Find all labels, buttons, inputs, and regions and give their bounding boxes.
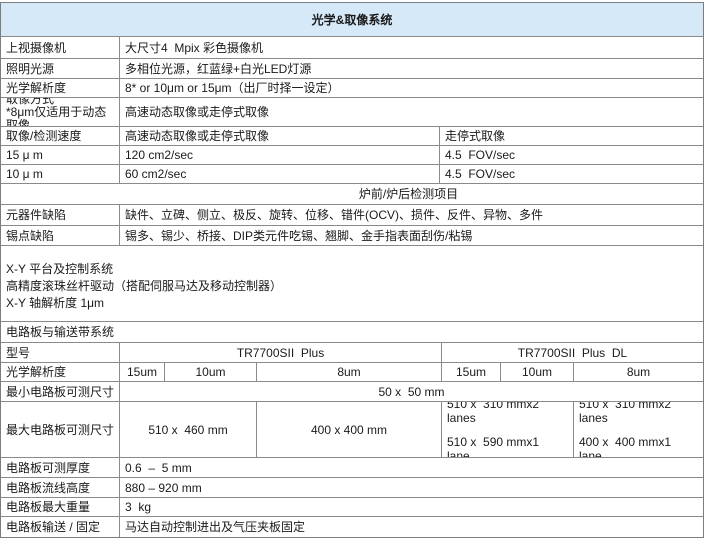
row-light-value: 多相位光源，红蓝绿+白光LED灯源 bbox=[119, 59, 703, 78]
row-solder-defects-value: 锡多、锡少、桥接、DIP类元件吃锡、翘脚、金手指表面刮伤/粘锡 bbox=[119, 226, 703, 245]
row-optical-resolution-value: 8* or 10μm or 15μm（出厂时择一设定） bbox=[119, 79, 703, 97]
max-board-size-col-3-line2: 510 x 590 mmx1 lane bbox=[447, 435, 568, 458]
board-thickness-value: 0.6 – 5 mm bbox=[119, 458, 703, 477]
row-speed-10um: 10 μ m 60 cm2/sec 4.5 FOV/sec bbox=[1, 164, 703, 183]
row-max-board-size: 最大电路板可测尺寸 510 x 460 mm 400 x 400 mm 510 … bbox=[1, 401, 703, 457]
row-board-conveyor-label: 电路板输送 / 固定 bbox=[1, 517, 119, 537]
row-model: 型号 TR7700SII Plus TR7700SII Plus DL bbox=[1, 342, 703, 362]
max-board-size-col-3: 510 x 310 mmx2 lanes 510 x 590 mmx1 lane bbox=[441, 402, 573, 457]
row-light: 照明光源 多相位光源，红蓝绿+白光LED灯源 bbox=[1, 58, 703, 78]
row-board-section: 电路板与输送带系统 bbox=[1, 321, 703, 342]
row-speed-10um-label: 10 μ m bbox=[1, 165, 119, 183]
row-capture-speed-value1: 高速动态取像或走停式取像 bbox=[119, 127, 439, 145]
board-max-weight-value: 3 kg bbox=[119, 498, 703, 516]
capture-mode-label-line2: *8μm仅适用于动态取像 bbox=[6, 106, 114, 127]
row-board-conveyor: 电路板输送 / 固定 马达自动控制进出及气压夹板固定 bbox=[1, 516, 703, 537]
row-capture-speed-value2: 走停式取像 bbox=[439, 127, 703, 145]
row-camera-label: 上视摄像机 bbox=[1, 37, 119, 58]
board-res-col-1: 15um bbox=[119, 363, 164, 381]
row-speed-10um-value1: 60 cm2/sec bbox=[119, 165, 439, 183]
model-right: TR7700SII Plus DL bbox=[441, 343, 703, 362]
xy-platform-block: X-Y 平台及控制系统 高精度滚珠丝杆驱动（搭配伺服马达及移动控制器） X-Y … bbox=[1, 245, 703, 321]
max-board-size-col-3-line1: 510 x 310 mmx2 lanes bbox=[447, 402, 568, 425]
max-board-size-col-4-line1: 510 x 310 mmx2 lanes bbox=[579, 402, 698, 425]
board-res-col-4: 15um bbox=[441, 363, 500, 381]
row-solder-defects: 锡点缺陷 锡多、锡少、桥接、DIP类元件吃锡、翘脚、金手指表面刮伤/粘锡 bbox=[1, 225, 703, 245]
xy-platform-line3: X-Y 轴解析度 1μm bbox=[6, 295, 698, 312]
table-title: 光学&取像系统 bbox=[312, 11, 393, 28]
row-solder-defects-label: 锡点缺陷 bbox=[1, 226, 119, 245]
row-optical-resolution-label: 光学解析度 bbox=[1, 79, 119, 97]
board-res-col-6: 8um bbox=[573, 363, 703, 381]
row-capture-mode-label: 取像方式 *8μm仅适用于动态取像 bbox=[1, 98, 119, 126]
row-speed-10um-value2: 4.5 FOV/sec bbox=[439, 165, 703, 183]
row-board-flow-height-label: 电路板流线高度 bbox=[1, 478, 119, 497]
max-board-size-col-4: 510 x 310 mmx2 lanes 400 x 400 mmx1 lane bbox=[573, 402, 703, 457]
row-capture-speed-label: 取像/检测速度 bbox=[1, 127, 119, 145]
row-camera: 上视摄像机 大尺寸4 Mpix 彩色摄像机 bbox=[1, 36, 703, 58]
row-max-board-size-label: 最大电路板可测尺寸 bbox=[1, 402, 119, 457]
model-left: TR7700SII Plus bbox=[119, 343, 441, 362]
row-min-board-size-label: 最小电路板可测尺寸 bbox=[1, 382, 119, 401]
inspection-section-title: 炉前/炉后检测项目 bbox=[1, 184, 703, 204]
board-flow-height-value: 880 – 920 mm bbox=[119, 478, 703, 497]
row-board-resolution-label: 光学解析度 bbox=[1, 363, 119, 381]
row-speed-15um-value1: 120 cm2/sec bbox=[119, 146, 439, 164]
board-res-col-2: 10um bbox=[164, 363, 256, 381]
board-conveyor-value: 马达自动控制进出及气压夹板固定 bbox=[119, 517, 703, 537]
row-optical-resolution: 光学解析度 8* or 10μm or 15μm（出厂时择一设定） bbox=[1, 78, 703, 97]
board-res-col-3: 8um bbox=[256, 363, 441, 381]
row-component-defects-label: 元器件缺陷 bbox=[1, 205, 119, 225]
xy-platform-line1: X-Y 平台及控制系统 bbox=[6, 261, 698, 278]
row-board-thickness-label: 电路板可测厚度 bbox=[1, 458, 119, 477]
row-capture-mode-value: 高速动态取像或走停式取像 bbox=[119, 98, 703, 126]
spec-sheet-page: 光学&取像系统 上视摄像机 大尺寸4 Mpix 彩色摄像机 照明光源 多相位光源… bbox=[0, 0, 704, 538]
row-board-max-weight: 电路板最大重量 3 kg bbox=[1, 497, 703, 516]
xy-platform-line2: 高精度滚珠丝杆驱动（搭配伺服马达及移动控制器） bbox=[6, 278, 698, 295]
table-header-row: 光学&取像系统 bbox=[1, 3, 703, 36]
row-speed-15um-label: 15 μ m bbox=[1, 146, 119, 164]
board-res-col-5: 10um bbox=[500, 363, 573, 381]
row-speed-15um: 15 μ m 120 cm2/sec 4.5 FOV/sec bbox=[1, 145, 703, 164]
row-min-board-size: 最小电路板可测尺寸 50 x 50 mm bbox=[1, 381, 703, 401]
row-board-resolution: 光学解析度 15um 10um 8um 15um 10um 8um bbox=[1, 362, 703, 381]
row-capture-mode: 取像方式 *8μm仅适用于动态取像 高速动态取像或走停式取像 bbox=[1, 97, 703, 126]
row-board-thickness: 电路板可测厚度 0.6 – 5 mm bbox=[1, 457, 703, 477]
row-speed-15um-value2: 4.5 FOV/sec bbox=[439, 146, 703, 164]
row-model-label: 型号 bbox=[1, 343, 119, 362]
max-board-size-col-2: 400 x 400 mm bbox=[256, 402, 441, 457]
row-camera-value: 大尺寸4 Mpix 彩色摄像机 bbox=[119, 37, 703, 58]
max-board-size-col-1: 510 x 460 mm bbox=[119, 402, 256, 457]
board-section-title: 电路板与输送带系统 bbox=[1, 322, 703, 342]
min-board-size-value: 50 x 50 mm bbox=[119, 382, 703, 401]
row-board-flow-height: 电路板流线高度 880 – 920 mm bbox=[1, 477, 703, 497]
row-light-label: 照明光源 bbox=[1, 59, 119, 78]
row-inspection-section: 炉前/炉后检测项目 bbox=[1, 183, 703, 204]
row-capture-speed: 取像/检测速度 高速动态取像或走停式取像 走停式取像 bbox=[1, 126, 703, 145]
spec-table: 光学&取像系统 上视摄像机 大尺寸4 Mpix 彩色摄像机 照明光源 多相位光源… bbox=[0, 2, 704, 538]
row-component-defects: 元器件缺陷 缺件、立碑、侧立、极反、旋转、位移、错件(OCV)、损件、反件、异物… bbox=[1, 204, 703, 225]
row-board-max-weight-label: 电路板最大重量 bbox=[1, 498, 119, 516]
max-board-size-col-4-line2: 400 x 400 mmx1 lane bbox=[579, 435, 698, 458]
row-component-defects-value: 缺件、立碑、侧立、极反、旋转、位移、错件(OCV)、损件、反件、异物、多件 bbox=[119, 205, 703, 225]
